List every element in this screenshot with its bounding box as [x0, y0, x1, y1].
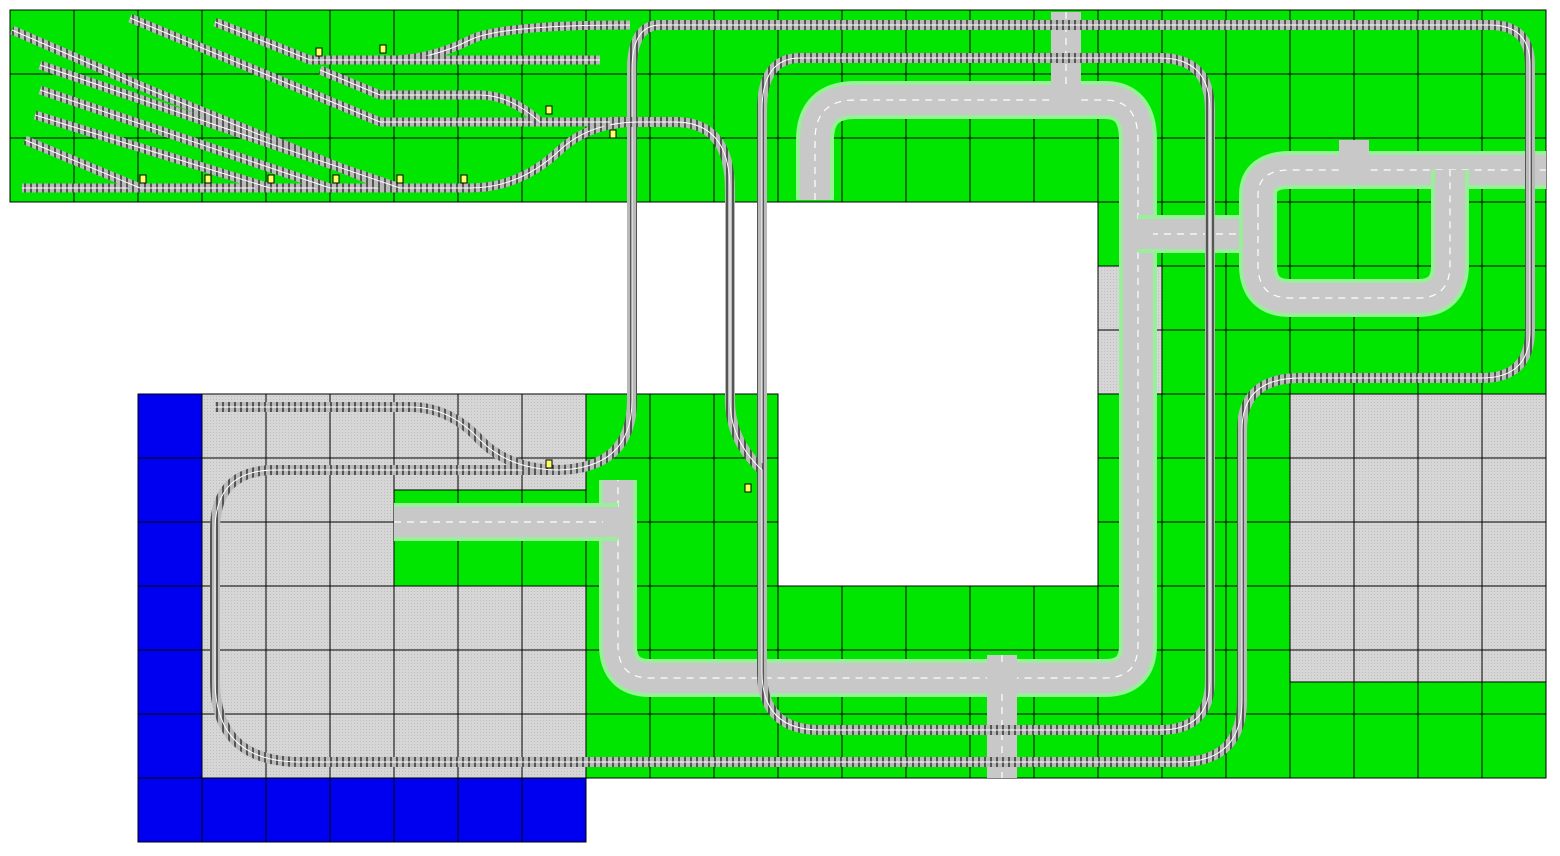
- signal-light-icon[interactable]: [396, 174, 404, 184]
- signal-light-icon[interactable]: [545, 105, 553, 115]
- signal-light-icon[interactable]: [267, 174, 275, 184]
- train-layout-canvas[interactable]: [0, 0, 1560, 856]
- road-crossing-icon: [1051, 85, 1081, 115]
- signal-light-icon[interactable]: [744, 483, 752, 493]
- signal-light-icon[interactable]: [204, 174, 212, 184]
- road-crossing-icon: [987, 663, 1017, 693]
- road-crossing-icon: [1123, 219, 1153, 249]
- signal-light-icon[interactable]: [139, 174, 147, 184]
- signal-light-icon[interactable]: [332, 174, 340, 184]
- signal-light-icon[interactable]: [609, 129, 617, 139]
- road-crossing-icon: [603, 507, 633, 537]
- road-crossing-icon: [1339, 155, 1369, 185]
- water-plate-left[interactable]: [137, 393, 203, 843]
- signal-light-icon[interactable]: [315, 47, 323, 57]
- signal-light-icon[interactable]: [460, 174, 468, 184]
- signal-light-icon[interactable]: [545, 459, 553, 469]
- signal-light-icon[interactable]: [379, 44, 387, 54]
